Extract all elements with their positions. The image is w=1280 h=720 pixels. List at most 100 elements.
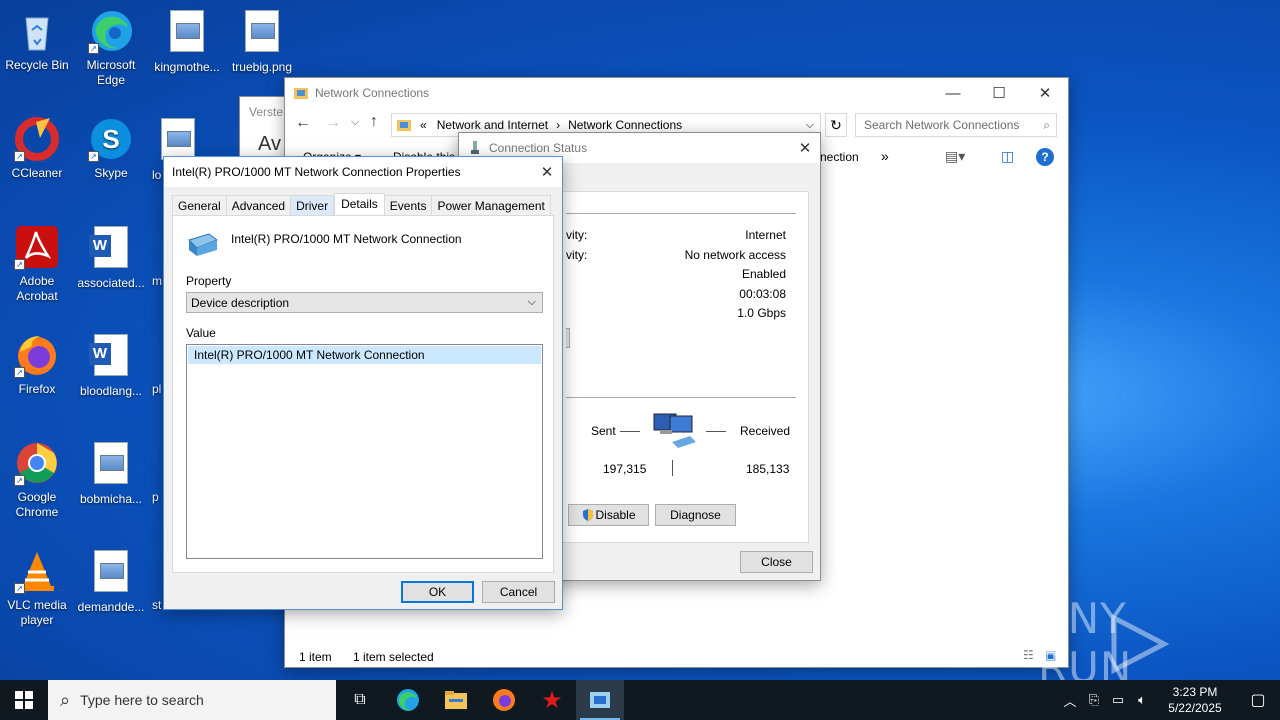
network-tray-icon[interactable]: ▭	[1106, 692, 1130, 708]
breadcrumb-overflow[interactable]: «	[420, 118, 427, 132]
taskbar-firefox[interactable]	[480, 680, 528, 720]
diagnose-button[interactable]: Diagnose	[655, 504, 736, 526]
task-view-button[interactable]: ⧉	[336, 680, 384, 720]
details-view-icon[interactable]: ☷	[1023, 648, 1034, 662]
value-list-item[interactable]: Intel(R) PRO/1000 MT Network Connection	[188, 346, 541, 364]
tab-events[interactable]: Events	[384, 195, 433, 215]
sent-bytes: 197,315	[603, 462, 647, 476]
desktop-icon-firefox[interactable]: ↗ Firefox	[0, 332, 74, 397]
task-view-icon: ⧉	[354, 691, 366, 708]
desktop-icon-label: associated...	[77, 276, 145, 290]
notifications-icon[interactable]: ▢	[1236, 690, 1280, 710]
device-status-icon[interactable]: ⎘	[1082, 692, 1106, 708]
desktop-icon-associated[interactable]: W associated...	[74, 224, 148, 291]
search-input[interactable]: Search Network Connections	[864, 118, 1019, 132]
desktop-icon-edge[interactable]: ↗ Microsoft Edge	[74, 8, 148, 88]
taskbar-network-connections[interactable]	[576, 680, 624, 720]
desktop-icon-label: Firefox	[18, 382, 56, 396]
up-arrow-icon[interactable]: ↑	[370, 113, 378, 131]
refresh-icon[interactable]: ↻	[825, 113, 847, 137]
desktop-icon-bloodlang[interactable]: W bloodlang...	[74, 332, 148, 399]
desktop-icon-vlc[interactable]: ↗ VLC media player	[0, 548, 74, 628]
tab-power-management[interactable]: Power Management	[432, 195, 551, 215]
forward-arrow-icon[interactable]: →	[325, 114, 341, 132]
start-button[interactable]	[0, 680, 48, 720]
tab-driver[interactable]: Driver	[291, 195, 335, 215]
breadcrumb-network-and-internet[interactable]: Network and Internet	[437, 118, 548, 132]
clock[interactable]: 3:23 PM 5/22/2025	[1154, 684, 1236, 716]
cancel-button[interactable]: Cancel	[482, 581, 555, 603]
explorer-titlebar[interactable]: Network Connections — ☐ ✕	[285, 78, 1068, 108]
taskbar: ⌕ Type here to search ⧉ ★ ︿ ⎘ ▭ 🔈︎ 3:23 …	[0, 680, 1280, 720]
image-file-icon	[88, 442, 134, 488]
preview-pane-icon[interactable]: ◫	[1001, 148, 1014, 165]
desktop-icon-label: bloodlang...	[79, 384, 143, 398]
word-doc-icon: W	[88, 226, 134, 272]
change-view-icon[interactable]: ▤▾	[945, 148, 965, 165]
address-dropdown-icon[interactable]: ⌵	[806, 119, 814, 132]
selected-count: 1 item selected	[353, 650, 434, 664]
vlc-icon: ↗	[14, 548, 60, 594]
desktop-icon-skype[interactable]: S ↗ Skype	[74, 116, 148, 181]
desktop-icon-demandde[interactable]: demandde...	[74, 548, 148, 615]
word-doc-icon: W	[88, 334, 134, 380]
disable-button[interactable]: Disable	[568, 504, 649, 526]
breadcrumb-network-connections[interactable]: Network Connections	[568, 118, 682, 132]
properties-titlebar[interactable]: Intel(R) PRO/1000 MT Network Connection …	[164, 157, 562, 187]
close-button[interactable]: ✕	[532, 157, 562, 187]
activity-divider	[566, 397, 796, 398]
ipv4-connectivity-row: vity: Internet	[566, 228, 786, 242]
device-name: Intel(R) PRO/1000 MT Network Connection	[231, 232, 462, 246]
edge-icon	[397, 689, 419, 711]
desktop-icon-kingmothe[interactable]: kingmothe...	[150, 8, 224, 75]
maximize-button[interactable]: ☐	[976, 78, 1022, 108]
taskbar-search-input[interactable]: Type here to search	[80, 692, 204, 708]
ok-button[interactable]: OK	[401, 581, 474, 603]
connection-command[interactable]: nection	[820, 150, 859, 164]
tab-details[interactable]: Details	[334, 193, 385, 215]
close-button[interactable]: ✕	[790, 133, 820, 163]
search-box[interactable]: Search Network Connections ⌕	[855, 113, 1057, 137]
tab-advanced[interactable]: Advanced	[226, 195, 292, 215]
received-label: Received	[740, 424, 791, 438]
close-dialog-button[interactable]: Close	[740, 551, 813, 573]
desktop-icon-bobmicha[interactable]: bobmicha...	[74, 440, 148, 507]
desktop-icon-label: bobmicha...	[79, 492, 143, 506]
recent-chevron-icon[interactable]: ⌵	[351, 116, 359, 129]
sent-line	[620, 431, 640, 432]
property-select[interactable]: Device description ⌵	[186, 292, 543, 313]
desktop-icon-recycle-bin[interactable]: Recycle Bin	[0, 8, 74, 73]
desktop-icon-label: kingmothe...	[154, 60, 220, 74]
desktop-icon-chrome[interactable]: ↗ Google Chrome	[0, 440, 74, 520]
taskbar-search-box[interactable]: ⌕ Type here to search	[48, 680, 336, 720]
desktop-icon-label: VLC media player	[7, 598, 67, 627]
network-folder-icon	[294, 88, 308, 99]
image-file-icon	[239, 10, 285, 56]
value-listbox[interactable]: Intel(R) PRO/1000 MT Network Connection	[186, 344, 543, 559]
uac-shield-icon	[583, 509, 594, 521]
close-button[interactable]: ✕	[1022, 78, 1068, 108]
adapter-properties-dialog[interactable]: Intel(R) PRO/1000 MT Network Connection …	[163, 156, 563, 610]
taskbar-red-star-app[interactable]: ★	[528, 680, 576, 720]
tab-general[interactable]: General	[172, 195, 227, 215]
minimize-button[interactable]: —	[930, 78, 976, 108]
chevron-up-icon[interactable]: ︿	[1058, 691, 1082, 710]
red-star-icon: ★	[541, 686, 563, 714]
help-icon[interactable]: ?	[1036, 148, 1054, 166]
breadcrumb-separator-icon: ›	[556, 118, 561, 132]
acrobat-icon: ↗	[14, 224, 60, 270]
taskbar-file-explorer[interactable]	[432, 680, 480, 720]
received-bytes: 185,133	[746, 462, 790, 476]
details-button-edge[interactable]	[566, 328, 570, 348]
volume-icon[interactable]: 🔈︎	[1130, 692, 1154, 708]
status-bar: 1 item 1 item selected ☷ ▣	[285, 646, 1068, 668]
back-arrow-icon[interactable]: ←	[295, 114, 311, 132]
more-commands-button[interactable]: »	[881, 148, 889, 164]
play-logo-icon	[1111, 614, 1170, 674]
desktop-icon-truebig[interactable]: truebig.png	[225, 8, 299, 75]
skype-icon: S ↗	[88, 116, 134, 162]
desktop-icon-acrobat[interactable]: ↗ Adobe Acrobat	[0, 224, 74, 304]
edge-icon: ↗	[88, 8, 134, 54]
taskbar-edge[interactable]	[384, 680, 432, 720]
desktop-icon-ccleaner[interactable]: ↗ CCleaner	[0, 116, 74, 181]
